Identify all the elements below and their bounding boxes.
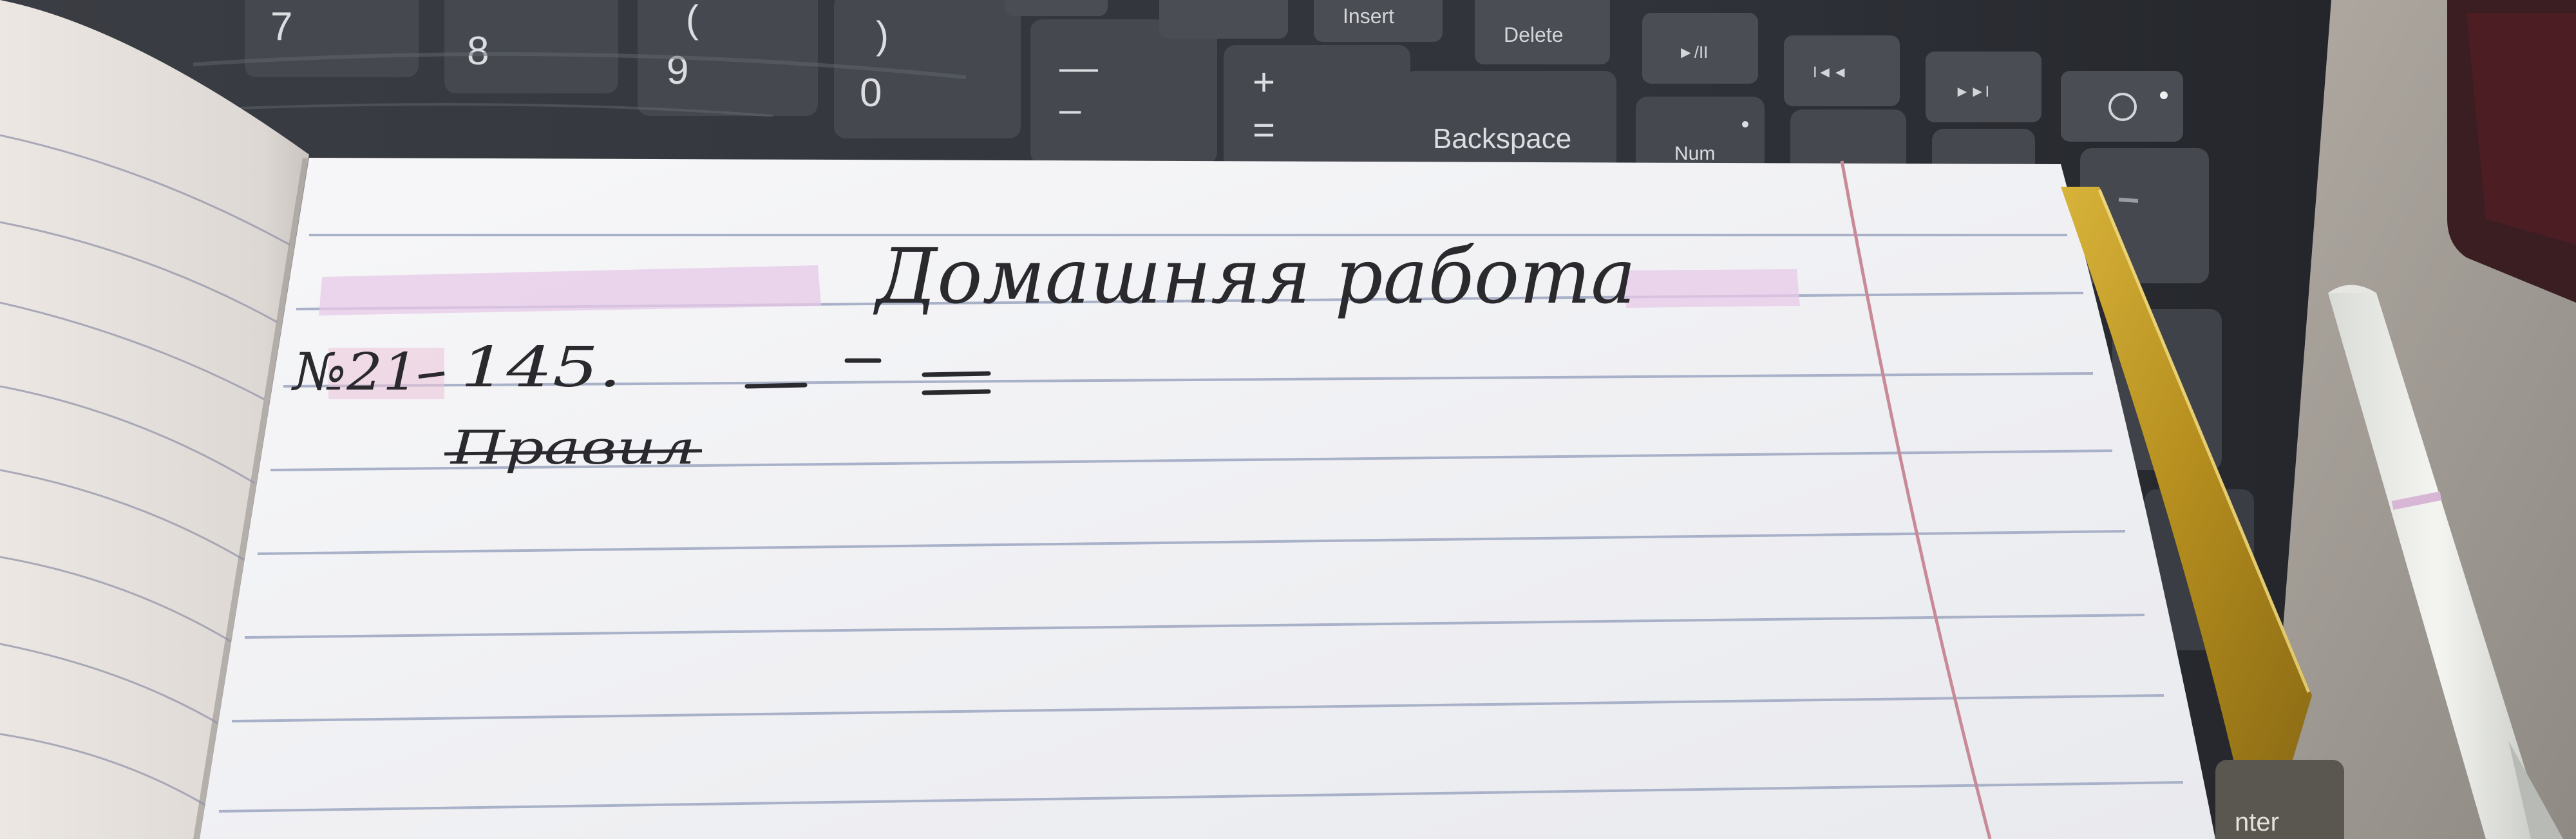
- key-8: 8: [444, 0, 618, 93]
- entry-number: №21: [291, 342, 419, 402]
- fn-key-prev-label: I◄◄: [1813, 64, 1848, 81]
- key-minus-shift-label: —: [1059, 46, 1098, 89]
- key-equals-shift-label: +: [1253, 61, 1275, 104]
- key-9-shift-label: (: [686, 0, 699, 41]
- highlight-band-right: [1623, 269, 1800, 308]
- key-num-label: Num: [1674, 143, 1715, 164]
- fn-key-insert-label: Insert: [1343, 5, 1394, 28]
- fn-key-delete-label: Delete: [1504, 23, 1564, 46]
- heading-text: Домашняя работа: [873, 232, 1636, 321]
- key-7: 7: [245, 0, 419, 77]
- key-9-label: 9: [667, 48, 688, 93]
- enter-key: nter: [2215, 760, 2344, 839]
- fn-key-playpause-label: ►/II: [1678, 42, 1708, 62]
- key-8-label: 8: [467, 29, 489, 73]
- key-0-label: 0: [860, 71, 882, 115]
- crossed-out-word: Правил: [449, 420, 696, 475]
- svg-text:Fn: Fn: [1182, 0, 1201, 4]
- key-equals-label: =: [1253, 108, 1275, 151]
- key-minus: — –: [1030, 19, 1217, 164]
- enter-key-label: nter: [2235, 808, 2279, 836]
- key-7-label: 7: [270, 5, 292, 49]
- fn-key-next-label: ►►I: [1955, 83, 1989, 100]
- key-0-shift-label: ): [876, 14, 889, 57]
- exercise-number: 145.: [460, 335, 621, 400]
- key-minus-label: –: [1059, 88, 1081, 131]
- scene: 7 8 ( 9 ) 0 — – + = Backspace Num Insert…: [0, 0, 2576, 839]
- key-backspace-label: Backspace: [1433, 123, 1571, 155]
